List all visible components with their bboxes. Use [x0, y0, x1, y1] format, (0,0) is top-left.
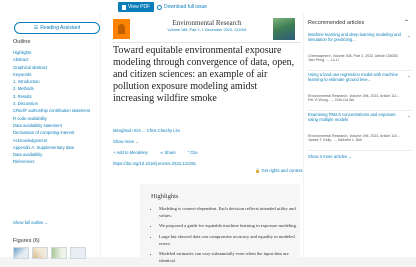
article-main: Environmental Research Volume 186, Part …: [101, 14, 303, 263]
rights-label: Get rights and content: [261, 168, 303, 173]
outline-item[interactable]: Data availability statement: [13, 122, 90, 129]
highlight-item: Large but skewed data can compromise acc…: [159, 233, 305, 247]
cite-label: Cite: [190, 150, 198, 155]
outline-item[interactable]: Declaration of competing interest: [13, 129, 90, 136]
figure-thumbnail[interactable]: [51, 247, 67, 259]
recommended-item[interactable]: Machine learning and deep learning model…: [308, 31, 412, 71]
journal-volume[interactable]: Volume 186, Part 2, 1 December 2023, 121…: [147, 28, 267, 32]
outline-item[interactable]: Highlights: [13, 49, 90, 56]
pdf-icon: [122, 4, 126, 10]
chevron-down-icon: ⌄: [44, 220, 49, 225]
lock-icon: 🔒: [255, 168, 261, 173]
assistant-icon: ☰: [33, 25, 39, 31]
journal-header: Environmental Research Volume 186, Part …: [113, 18, 301, 43]
left-sidebar: ☰ Reading Assistant Outline Highlights A…: [0, 14, 100, 259]
share-label: Share: [164, 150, 176, 155]
outline-heading: Outline: [13, 39, 31, 45]
show-full-outline-link[interactable]: Show full outline ⌄: [13, 220, 48, 225]
recommended-item[interactable]: Using a land use regression model with m…: [308, 71, 412, 111]
show-more-label: Show more: [113, 139, 135, 144]
article-title: Toward equitable environmental exposure …: [113, 45, 295, 104]
figure-thumbnails: [13, 247, 86, 259]
figures-heading: Figures (6): [13, 238, 40, 244]
reading-assistant-button[interactable]: ☰ Reading Assistant: [14, 22, 100, 34]
chevron-down-icon: ⌄: [348, 154, 352, 159]
chevron-down-icon: ⌄: [135, 139, 139, 144]
figure-thumbnail[interactable]: [13, 247, 29, 259]
highlights-heading: Highlights: [151, 193, 179, 200]
doi-link[interactable]: https://doi.org/10.1016/j.envres.2023.12…: [113, 161, 196, 166]
outline-item[interactable]: Acknowledgement: [13, 137, 90, 144]
outline-item[interactable]: 2. Methods: [13, 85, 90, 92]
outline-item[interactable]: References: [13, 158, 90, 165]
show-more-articles-link[interactable]: Show 3 more articles ⌄: [308, 154, 352, 159]
view-pdf-label: View PDF: [128, 4, 151, 10]
add-to-mendeley-label: Add to Mendeley: [116, 150, 148, 155]
elsevier-logo[interactable]: [113, 19, 130, 39]
reading-assistant-label: Reading Assistant: [40, 25, 81, 31]
outline-item[interactable]: Keywords: [13, 71, 90, 78]
outline-item[interactable]: Data availability: [13, 151, 90, 158]
chevron-up-icon[interactable]: ⌃: [404, 19, 409, 26]
outline-item[interactable]: Graphical abstract: [13, 64, 90, 71]
recommended-item-meta: Environmental Research, Volume 196, 2021…: [308, 134, 400, 143]
recommended-item-title[interactable]: Machine learning and deep learning model…: [308, 32, 404, 42]
recommended-item[interactable]: Examining PM2.5 concentrations and expos…: [308, 111, 412, 151]
chevron-down-icon[interactable]: ⌄: [407, 33, 411, 39]
outline-list: Highlights Abstract Graphical abstract K…: [13, 49, 90, 166]
recommended-heading: Recommended articles: [308, 20, 365, 26]
article-actions: + Add to Mendeley ⋖ Share ” Cite: [113, 150, 198, 155]
outline-item[interactable]: 4. Discussion: [13, 100, 90, 107]
outline-item[interactable]: R code availability: [13, 115, 90, 122]
show-more-link[interactable]: Show more ⌄: [113, 139, 139, 144]
outline-item[interactable]: 1. Introduction: [13, 78, 90, 85]
chevron-down-icon[interactable]: ⌄: [407, 113, 411, 119]
outline-item[interactable]: CRediT authorship contribution statement: [13, 107, 90, 114]
journal-cover-image[interactable]: [273, 18, 295, 40]
figure-thumbnail[interactable]: [32, 247, 48, 259]
figure-thumbnail[interactable]: [70, 247, 86, 259]
recommended-item-meta: Environmental Research, Volume 198, 2021…: [308, 94, 400, 103]
top-toolbar: View PDF Download full issue: [0, 0, 416, 15]
recommended-item-title[interactable]: Examining PM2.5 concentrations and expos…: [308, 112, 404, 122]
outline-item[interactable]: Abstract: [13, 56, 90, 63]
highlight-item: Modeling is context-dependent. Each deci…: [159, 205, 305, 219]
rights-link[interactable]: 🔒 Get rights and content: [255, 168, 303, 174]
highlights-box: Highlights Modeling is context-dependent…: [140, 184, 300, 263]
download-icon: [157, 4, 162, 10]
download-issue-button[interactable]: Download full issue: [157, 2, 207, 12]
show-full-outline-label: Show full outline: [13, 220, 44, 225]
right-sidebar: Recommended articles ⌃ Machine learning …: [304, 14, 416, 257]
author-list[interactable]: Menghsuh Kim ... Chris Cheehy Lim: [113, 128, 180, 133]
show-more-articles-label: Show 3 more articles: [308, 154, 348, 159]
outline-item[interactable]: 3. Results: [13, 93, 90, 100]
recommended-item-meta: Chemosphere, Volume 308, Part 2, 2022, A…: [308, 54, 398, 63]
highlights-list: Modeling is context-dependent. Each deci…: [151, 205, 305, 267]
share-button[interactable]: ⋖ Share: [160, 150, 176, 155]
view-pdf-button[interactable]: View PDF: [118, 2, 155, 12]
journal-name[interactable]: Environmental Research: [147, 19, 267, 27]
highlight-item: Modeled estimates can vary substantially…: [159, 250, 305, 264]
chevron-down-icon[interactable]: ⌄: [407, 73, 411, 79]
outline-item[interactable]: Appendix A. Supplementary data: [13, 144, 90, 151]
highlight-item: We proposed a guide for equitable machin…: [159, 222, 305, 229]
cite-button[interactable]: ” Cite: [188, 150, 198, 155]
recommended-list: Machine learning and deep learning model…: [308, 31, 412, 151]
download-issue-label: Download full issue: [164, 4, 208, 10]
add-to-mendeley-button[interactable]: + Add to Mendeley: [113, 150, 148, 155]
recommended-item-title[interactable]: Using a land use regression model with m…: [308, 72, 404, 82]
